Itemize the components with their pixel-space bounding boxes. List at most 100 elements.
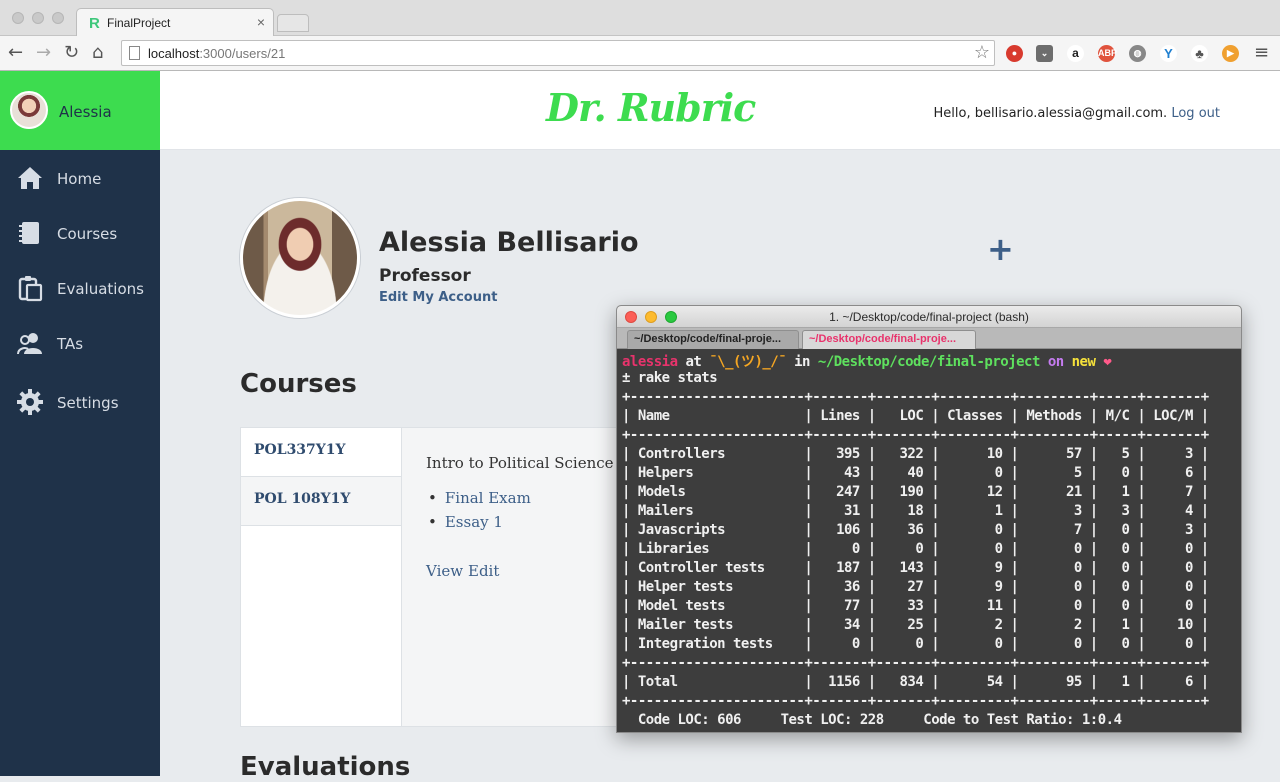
terminal-tab[interactable]: ~/Desktop/code/final-proje... (627, 330, 799, 349)
sidebar-item-settings[interactable]: Settings (0, 382, 160, 426)
terminal-line: | Mailer tests | 34 | 25 | 2 | 2 | 1 | 1… (622, 617, 1209, 633)
greeting-text: Hello, bellisario.alessia@gmail.com. (933, 106, 1168, 121)
terminal-line: | Controller tests | 187 | 143 | 9 | 0 |… (622, 560, 1209, 576)
profile-photo (240, 198, 360, 318)
terminal-window[interactable]: 1. ~/Desktop/code/final-project (bash) ~… (616, 305, 1242, 733)
forward-icon[interactable]: → (36, 42, 51, 63)
prompt-user: alessia (622, 354, 678, 370)
sidebar-item-home[interactable]: Home (0, 158, 160, 202)
course-tab-label: POL 108Y1Y (254, 491, 351, 507)
book-icon (19, 222, 39, 244)
course-tab[interactable]: POL 108Y1Y (241, 477, 401, 526)
course-tab[interactable]: POL337Y1Y (241, 428, 401, 477)
add-button[interactable]: + (987, 230, 1014, 268)
bookmark-star-icon[interactable]: ☆ (974, 42, 990, 63)
home-icon (18, 167, 42, 189)
sidebar-item-label: Home (57, 170, 102, 188)
gear-icon (17, 389, 43, 415)
terminal-prompt: alessia at ¯\_(ツ)_/¯ in ~/Desktop/code/f… (622, 351, 1112, 370)
prompt-on: on (1039, 354, 1072, 370)
prompt-branch: new (1071, 354, 1096, 370)
tab-close-icon[interactable]: × (257, 14, 265, 30)
evaluations-heading: Evaluations (240, 752, 411, 782)
url-text[interactable]: localhost:3000/users/21 (148, 46, 285, 61)
terminal-titlebar[interactable]: 1. ~/Desktop/code/final-project (bash) (617, 306, 1241, 328)
window-zoom-button[interactable] (52, 12, 64, 24)
logout-link[interactable]: Log out (1171, 106, 1220, 121)
terminal-line: | Mailers | 31 | 18 | 1 | 3 | 3 | 4 | (622, 503, 1209, 519)
menu-icon[interactable]: ≡ (1254, 42, 1269, 63)
adblock-icon[interactable]: ABP (1098, 45, 1117, 62)
terminal-line: | Helpers | 43 | 40 | 0 | 5 | 0 | 6 | (622, 465, 1209, 481)
terminal-tab-active[interactable]: ~/Desktop/code/final-proje... (802, 330, 976, 349)
address-bar[interactable]: localhost:3000/users/21 ☆ (121, 40, 995, 66)
terminal-summary: Code LOC: 606 Test LOC: 228 Code to Test… (622, 712, 1122, 728)
edit-account-link[interactable]: Edit My Account (379, 290, 497, 305)
sidebar-item-label: Courses (57, 225, 118, 243)
page-icon (129, 46, 140, 60)
prompt-in: in (786, 354, 818, 370)
courses-panel: POL337Y1Y POL 108Y1Y Intro to Political … (240, 427, 630, 727)
extension-y-icon[interactable]: Y (1160, 45, 1177, 62)
evernote-icon[interactable]: ♣ (1191, 45, 1208, 62)
browser-tab[interactable]: R FinalProject × (76, 8, 274, 37)
sidebar-item-evaluations[interactable]: Evaluations (0, 268, 160, 312)
sidebar-item-courses[interactable]: Courses (0, 213, 160, 257)
course-title: Intro to Political Science (426, 454, 614, 472)
people-icon (17, 333, 42, 355)
home-icon[interactable]: ⌂ (92, 42, 103, 63)
courses-heading: Courses (240, 369, 357, 399)
prompt-heart: ❤ (1095, 354, 1112, 370)
terminal-line: +----------------------+-------+-------+… (622, 655, 1209, 671)
course-tab-label: POL337Y1Y (254, 442, 346, 458)
sidebar-item-label: Evaluations (57, 280, 144, 298)
terminal-line: | Helper tests | 36 | 27 | 9 | 0 | 0 | 0… (622, 579, 1209, 595)
extension-brain-icon[interactable]: ◍ (1129, 45, 1146, 62)
terminal-line: | Model tests | 77 | 33 | 11 | 0 | 0 | 0… (622, 598, 1209, 614)
brand-logo[interactable]: Dr. Rubric (546, 85, 756, 130)
evaluation-link[interactable]: Final Exam (428, 489, 531, 507)
user-greeting: Hello, bellisario.alessia@gmail.com. Log… (934, 106, 1221, 121)
view-course-link[interactable]: View (426, 562, 463, 580)
terminal-tab-bar: ~/Desktop/code/final-proje... ~/Desktop/… (617, 328, 1241, 349)
new-tab-button[interactable] (277, 14, 309, 32)
prompt-host: ¯\_(ツ)_/¯ (709, 354, 787, 370)
profile-role: Professor (379, 266, 471, 286)
terminal-line: | Integration tests | 0 | 0 | 0 | 0 | 0 … (622, 636, 1209, 652)
window-minimize-button[interactable] (32, 12, 44, 24)
terminal-line: | Name | Lines | LOC | Classes | Methods… (622, 408, 1209, 424)
amazon-icon[interactable]: a (1067, 45, 1084, 62)
terminal-command: ± rake stats (622, 370, 718, 386)
clipboard-icon (18, 276, 43, 302)
tab-title: FinalProject (107, 16, 171, 30)
course-list: POL337Y1Y POL 108Y1Y (241, 428, 402, 726)
edit-course-link[interactable]: Edit (468, 562, 499, 580)
window-close-button[interactable] (12, 12, 24, 24)
terminal-line: +----------------------+-------+-------+… (622, 693, 1209, 709)
browser-toolbar: ← → ↻ ⌂ localhost:3000/users/21 ☆ ● ⌄ a … (0, 36, 1280, 71)
evaluation-link[interactable]: Essay 1 (428, 513, 503, 531)
stop-extension-icon[interactable]: ● (1006, 45, 1023, 62)
terminal-title: 1. ~/Desktop/code/final-project (bash) (829, 310, 1029, 324)
prompt-at: at (677, 354, 710, 370)
terminal-line: | Total | 1156 | 834 | 54 | 95 | 1 | 6 | (622, 674, 1209, 690)
extension-flag-icon[interactable]: ▶ (1222, 45, 1239, 62)
sidebar-user[interactable]: Alessia (0, 71, 160, 150)
url-path: :3000/users/21 (199, 46, 286, 61)
terminal-line: +----------------------+-------+-------+… (622, 427, 1209, 443)
terminal-line: | Javascripts | 106 | 36 | 0 | 7 | 0 | 3… (622, 522, 1209, 538)
reload-icon[interactable]: ↻ (64, 42, 79, 63)
prompt-path: ~/Desktop/code/final-project (817, 354, 1041, 370)
sidebar-item-label: TAs (57, 335, 84, 353)
url-host: localhost (148, 46, 200, 61)
sidebar-item-label: Settings (57, 394, 119, 412)
favicon-icon: R (89, 15, 100, 32)
sidebar-item-tas[interactable]: TAs (0, 323, 160, 367)
terminal-line: | Controllers | 395 | 322 | 10 | 57 | 5 … (622, 446, 1209, 462)
back-icon[interactable]: ← (8, 42, 23, 63)
pocket-icon[interactable]: ⌄ (1036, 45, 1053, 62)
terminal-line: | Libraries | 0 | 0 | 0 | 0 | 0 | 0 | (622, 541, 1209, 557)
avatar (10, 91, 48, 129)
sidebar-user-name: Alessia (59, 103, 112, 121)
browser-tab-strip: R FinalProject × (0, 0, 1280, 37)
